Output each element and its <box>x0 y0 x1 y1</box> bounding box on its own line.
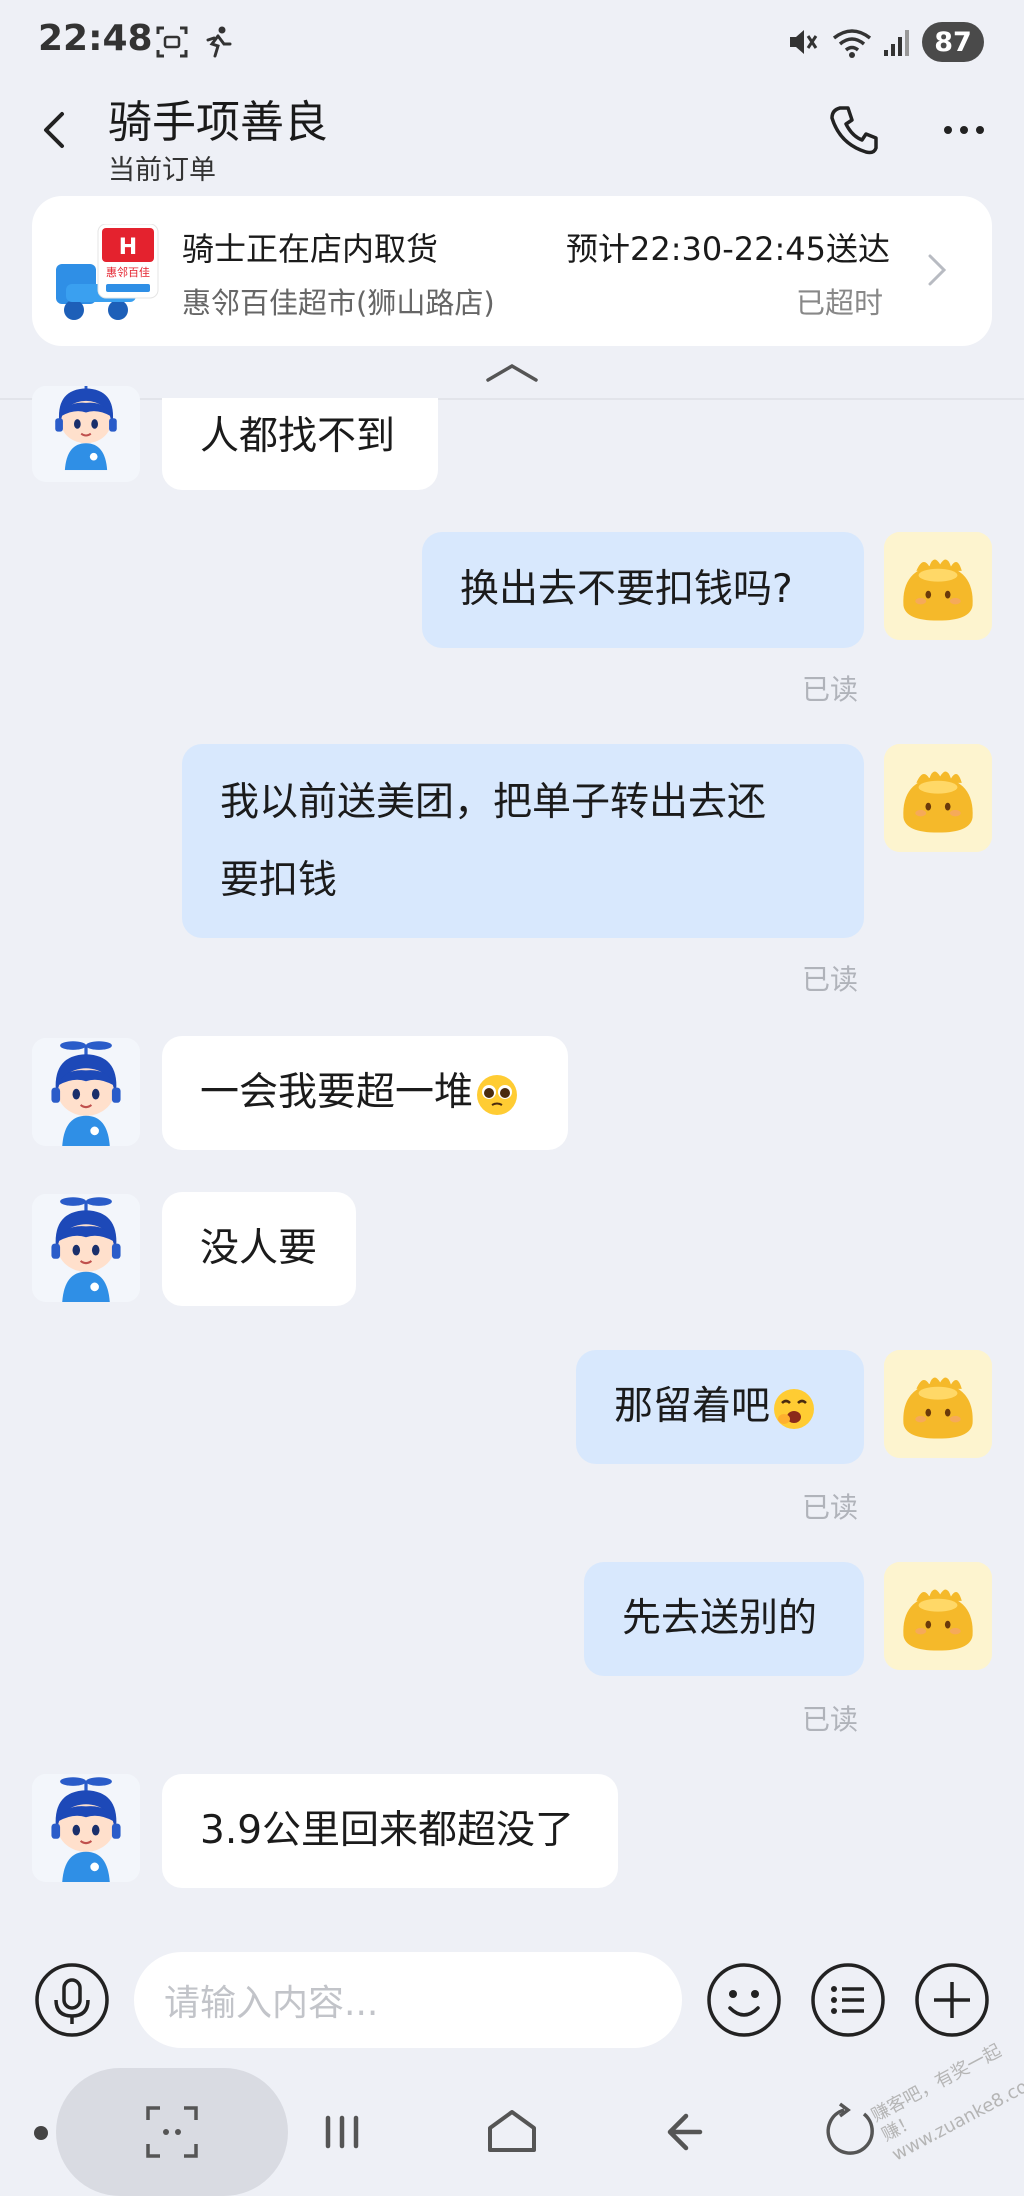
message-text: 那留着吧 <box>614 1384 771 1429</box>
message-bubble-incoming[interactable]: 3.9公里回来都超没了 <box>162 1774 618 1888</box>
message-bubble-incoming[interactable]: 没人要 <box>162 1192 356 1306</box>
chevron-right-icon <box>928 254 947 286</box>
message-bubble-outgoing[interactable]: 那留着吧 <box>576 1350 864 1464</box>
rider-avatar[interactable] <box>32 1038 140 1146</box>
order-eta: 预计22:30-22:45送达 <box>566 230 890 268</box>
read-receipt: 已读 <box>802 1703 859 1736</box>
read-receipt: 已读 <box>802 1491 859 1524</box>
rider-avatar[interactable] <box>32 386 140 482</box>
wifi-icon <box>832 29 872 58</box>
store-name: 惠邻百佳超市(狮山路店) <box>182 286 495 320</box>
running-icon <box>206 26 232 58</box>
store-logo-text: 惠邻百佳 <box>106 265 150 279</box>
store-logo: H 惠邻百佳 <box>56 224 159 320</box>
emoji-picker-icon[interactable] <box>706 1962 782 2038</box>
message-line: 我以前送美团，把单子转出去还 <box>220 780 767 825</box>
message-bubble-outgoing[interactable]: 换出去不要扣钱吗? <box>422 532 864 648</box>
more-options-icon[interactable] <box>942 122 986 138</box>
signal-icon <box>884 30 909 56</box>
divider <box>0 398 1024 400</box>
order-card[interactable]: H 惠邻百佳 骑士正在店内取货 预计22:30-22:45送达 惠邻百佳超市(狮… <box>32 196 992 346</box>
read-receipt: 已读 <box>802 963 859 996</box>
rider-avatar[interactable] <box>32 1774 140 1882</box>
voice-input-icon[interactable] <box>34 1962 110 2038</box>
my-avatar[interactable] <box>884 1562 992 1670</box>
status-bar: 22:48 87 <box>0 0 1024 82</box>
phone-icon[interactable] <box>826 102 882 158</box>
my-avatar[interactable] <box>884 532 992 640</box>
collapse-chevron-up-icon[interactable] <box>482 360 542 386</box>
order-status: 骑士正在店内取货 <box>182 230 439 268</box>
my-avatar[interactable] <box>884 744 992 852</box>
mute-icon <box>790 30 818 54</box>
read-receipt: 已读 <box>802 673 859 706</box>
message-bubble-outgoing[interactable]: 我以前送美团，把单子转出去还 要扣钱 <box>182 744 864 938</box>
back-arrow-icon[interactable] <box>36 108 76 152</box>
yawning-face-emoji-icon <box>774 1388 815 1429</box>
message-bubble-outgoing[interactable]: 先去送别的 <box>584 1562 864 1676</box>
clock: 22:48 <box>38 18 153 59</box>
nav-dot <box>34 2126 48 2140</box>
svg-text:H: H <box>119 235 137 260</box>
back-nav-icon[interactable] <box>652 2102 712 2162</box>
message-input[interactable]: 请输入内容... <box>134 1952 682 2048</box>
page-title: 骑手项善良 <box>108 97 328 148</box>
rider-avatar[interactable] <box>32 1194 140 1302</box>
message-text: 一会我要超一堆 <box>200 1070 474 1115</box>
add-attachment-icon[interactable] <box>914 1962 990 2038</box>
current-order-label: 当前订单 <box>108 155 216 186</box>
message-bubble-incoming[interactable]: 一会我要超一堆 <box>162 1036 568 1150</box>
my-avatar[interactable] <box>884 1350 992 1458</box>
scan-icon[interactable] <box>142 2102 202 2162</box>
battery-indicator: 87 <box>922 22 984 62</box>
overtime-badge: 已超时 <box>796 286 884 320</box>
message-line: 要扣钱 <box>220 858 338 903</box>
home-icon[interactable] <box>482 2102 542 2162</box>
pleading-face-emoji-icon <box>477 1074 518 1115</box>
screenshot-icon <box>156 26 188 58</box>
message-bubble-incoming[interactable]: 人都找不到 <box>162 398 438 490</box>
recent-apps-icon[interactable] <box>312 2102 372 2162</box>
quick-replies-icon[interactable] <box>810 1962 886 2038</box>
